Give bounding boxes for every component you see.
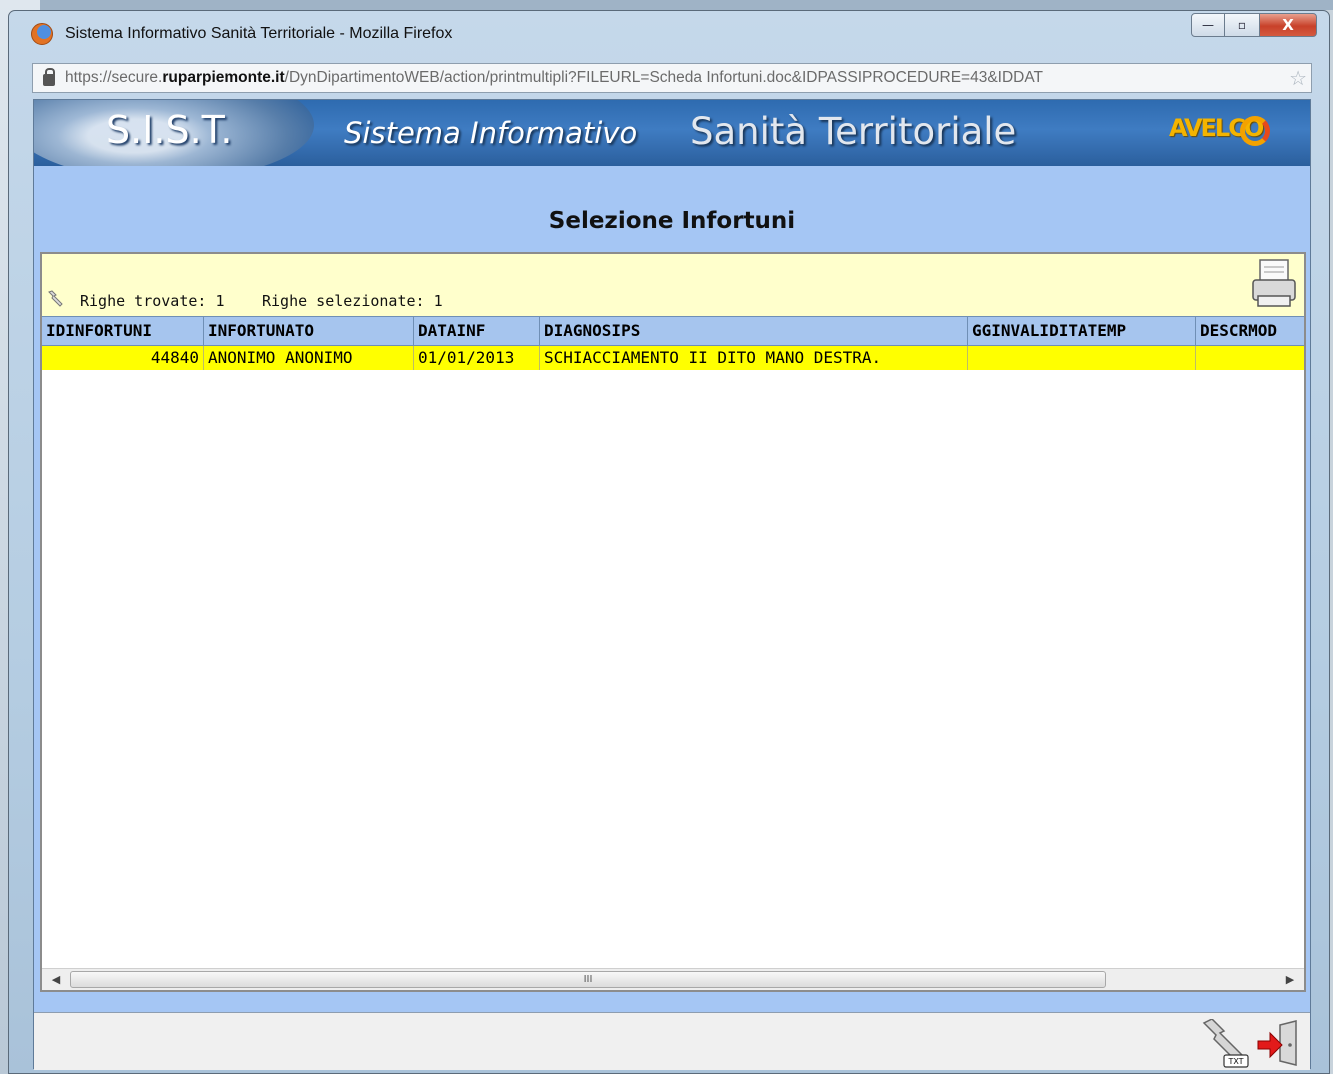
background-top xyxy=(0,0,1333,10)
column-header[interactable]: IDINFORTUNI xyxy=(42,317,204,345)
grid-toolbar: Righe trovate: 1 Righe selezionate: 1 xyxy=(42,254,1304,316)
lock-icon xyxy=(43,68,55,86)
rows-found-label: Righe trovate: 1 xyxy=(80,292,225,310)
browser-window: Sistema Informativo Sanità Territoriale … xyxy=(8,10,1330,1074)
avelco-logo-mark xyxy=(1240,116,1270,146)
header-banner: S.I.S.T. Sistema Informativo Sanità Terr… xyxy=(34,100,1310,166)
grid-header-row: IDINFORTUNI INFORTUNATO DATAINF DIAGNOSI… xyxy=(42,316,1304,346)
window-title: Sistema Informativo Sanità Territoriale … xyxy=(65,25,453,42)
page-title: Selezione Infortuni xyxy=(548,208,796,234)
minimize-button[interactable]: — xyxy=(1191,13,1225,37)
exit-icon[interactable] xyxy=(1256,1019,1302,1067)
rows-selected-label: Righe selezionate: 1 xyxy=(262,292,443,310)
scroll-right-arrow[interactable]: ▶ xyxy=(1282,972,1298,988)
table-cell: 01/01/2013 xyxy=(414,346,540,370)
table-cell: ANONIMO ANONIMO xyxy=(204,346,414,370)
url-prefix: https://secure. xyxy=(65,69,163,86)
banner-title-part2: Sanità Territoriale xyxy=(690,110,1017,153)
column-header[interactable]: GGINVALIDITATEMP xyxy=(968,317,1196,345)
banner-title-part1: Sistema Informativo xyxy=(344,116,638,150)
scrollbar-thumb[interactable]: III xyxy=(70,971,1106,988)
column-header[interactable]: INFORTUNATO xyxy=(204,317,414,345)
horizontal-scrollbar[interactable]: ◀ III ▶ xyxy=(42,968,1304,990)
column-header[interactable]: DIAGNOSIPS xyxy=(540,317,968,345)
sist-logo: S.I.S.T. xyxy=(106,108,233,152)
url-domain: ruparpiemonte.it xyxy=(162,69,285,86)
table-row[interactable]: 44840 ANONIMO ANONIMO 01/01/2013 SCHIACC… xyxy=(42,346,1304,370)
table-cell xyxy=(1196,346,1304,370)
txt-badge: TXT xyxy=(1227,1057,1243,1066)
table-cell xyxy=(968,346,1196,370)
table-cell: SCHIACCIAMENTO II DITO MANO DESTRA. xyxy=(540,346,968,370)
column-header[interactable]: DATAINF xyxy=(414,317,540,345)
url-bar[interactable]: https://secure. ruparpiemonte.it /DynDip… xyxy=(32,63,1312,93)
window-controls: — ▫ X xyxy=(1191,13,1317,37)
wrench-icon[interactable] xyxy=(46,290,64,308)
bottom-toolbar: TXT xyxy=(34,1012,1310,1070)
firefox-icon xyxy=(31,23,53,45)
url-path: /DynDipartimentoWEB/action/printmultipli… xyxy=(284,69,1044,86)
bookmark-star-icon[interactable]: ☆ xyxy=(1289,66,1307,91)
title-bar: Sistema Informativo Sanità Territoriale … xyxy=(9,11,1329,55)
results-grid: Righe trovate: 1 Righe selezionate: 1 ID… xyxy=(40,252,1306,992)
maximize-button[interactable]: ▫ xyxy=(1225,13,1259,37)
page-content: S.I.S.T. Sistema Informativo Sanità Terr… xyxy=(33,99,1311,1070)
column-header[interactable]: DESCRMOD xyxy=(1196,317,1304,345)
txt-tool-icon[interactable]: TXT xyxy=(1194,1019,1250,1069)
table-cell: 44840 xyxy=(42,346,204,370)
scroll-left-arrow[interactable]: ◀ xyxy=(48,972,64,988)
printer-icon[interactable] xyxy=(1250,258,1298,310)
close-button[interactable]: X xyxy=(1259,13,1317,37)
